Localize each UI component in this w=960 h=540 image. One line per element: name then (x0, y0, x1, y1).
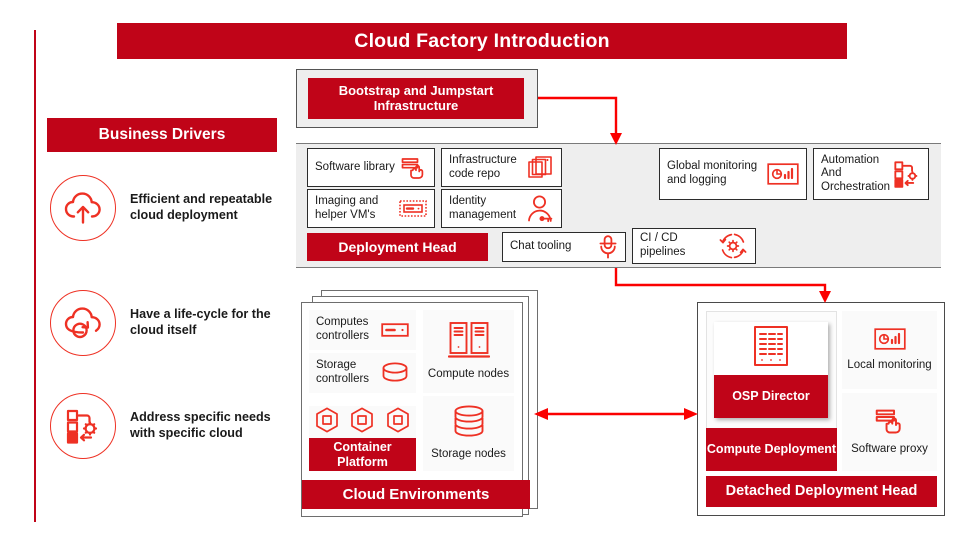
compute-nodes-icon (447, 321, 490, 366)
global-monitoring-label: Global monitoring and logging (667, 160, 758, 186)
storage-controllers-box[interactable]: Storage controllers (309, 353, 416, 393)
identity-management-label: Identity management (449, 194, 517, 221)
business-driver-label: Address specific needs with specific clo… (130, 410, 271, 440)
software-proxy-box[interactable]: Software proxy (842, 393, 937, 471)
osp-director-icon (753, 325, 789, 372)
cloud-upload-icon (50, 175, 116, 241)
left-accent-rule (34, 30, 36, 522)
monitoring-icon (873, 327, 906, 355)
cloud-environments-bar[interactable]: Cloud Environments (302, 480, 530, 509)
cicd-gear-icon (718, 232, 755, 260)
chat-tooling-label: Chat tooling (510, 240, 572, 253)
business-driver-item: Address specific needs with specific clo… (50, 393, 290, 459)
cicd-pipelines-box[interactable]: CI / CD pipelines (632, 228, 756, 264)
container-platform-bar[interactable]: Container Platform (309, 438, 416, 471)
connector-deployment-head-to-detached (614, 268, 831, 303)
business-driver-item: Efficient and repeatable cloud deploymen… (50, 175, 290, 241)
storage-nodes-label: Storage nodes (431, 448, 506, 461)
infrastructure-code-repo-box[interactable]: Infrastructure code repo (441, 148, 562, 187)
storage-nodes-icon (450, 405, 488, 446)
local-monitoring-label: Local monitoring (847, 358, 932, 371)
cloud-lifecycle-icon (50, 290, 116, 356)
connector-cloud-env-to-detached (534, 408, 698, 420)
connector-bootstrap-to-deployment-head (538, 96, 622, 145)
compute-nodes-label: Compute nodes (427, 368, 510, 381)
infrastructure-code-repo-label: Infrastructure code repo (449, 153, 517, 180)
software-library-icon (875, 408, 905, 439)
computes-controllers-label: Computes controllers (316, 316, 370, 342)
deployment-head-bar[interactable]: Deployment Head (307, 233, 488, 261)
automation-orchestration-box[interactable]: Automation And Orchestration (813, 148, 929, 200)
bootstrap-infrastructure-box[interactable]: Bootstrap and Jumpstart Infrastructure (308, 78, 524, 119)
container-hex-icon (315, 407, 339, 438)
business-drivers-heading: Business Drivers (47, 118, 277, 152)
global-monitoring-box[interactable]: Global monitoring and logging (659, 148, 807, 200)
orchestration-icon (893, 160, 928, 188)
business-driver-label: Efficient and repeatable cloud deploymen… (130, 192, 273, 222)
identity-management-box[interactable]: Identity management (441, 189, 562, 228)
server-controller-icon (381, 322, 416, 338)
compute-deployment-bar[interactable]: Compute Deployment (706, 428, 837, 471)
imaging-vm-icon (399, 199, 434, 219)
specific-needs-icon (50, 393, 116, 459)
business-driver-label: Have a life-cycle for the cloud itself (130, 307, 271, 337)
microphone-icon (598, 235, 625, 259)
detached-deployment-head-bar[interactable]: Detached Deployment Head (706, 476, 937, 507)
page-title: Cloud Factory Introduction (117, 23, 847, 59)
imaging-helper-vms-label: Imaging and helper VM's (315, 194, 379, 221)
business-driver-item: Have a life-cycle for the cloud itself (50, 290, 290, 356)
chat-tooling-box[interactable]: Chat tooling (502, 232, 626, 262)
monitoring-icon (767, 163, 806, 185)
identity-key-icon (526, 195, 561, 223)
imaging-helper-vms-box[interactable]: Imaging and helper VM's (307, 189, 435, 228)
disk-icon (381, 361, 416, 385)
storage-nodes-box[interactable]: Storage nodes (423, 396, 514, 471)
container-hex-icon (386, 407, 410, 438)
container-icons-row (309, 406, 416, 439)
software-library-label: Software library (315, 160, 395, 173)
code-repo-icon (528, 155, 561, 180)
compute-nodes-box[interactable]: Compute nodes (423, 310, 514, 393)
container-hex-icon (350, 407, 374, 438)
software-proxy-label: Software proxy (851, 442, 928, 455)
osp-director-bar[interactable]: OSP Director (714, 375, 828, 418)
software-library-box[interactable]: Software library (307, 148, 435, 187)
storage-controllers-label: Storage controllers (316, 359, 370, 385)
cicd-pipelines-label: CI / CD pipelines (640, 232, 686, 258)
software-library-icon (401, 157, 434, 179)
local-monitoring-box[interactable]: Local monitoring (842, 311, 937, 389)
osp-director-icon-area (714, 322, 828, 375)
computes-controllers-box[interactable]: Computes controllers (309, 310, 416, 350)
automation-orchestration-label: Automation And Orchestration (821, 153, 891, 193)
